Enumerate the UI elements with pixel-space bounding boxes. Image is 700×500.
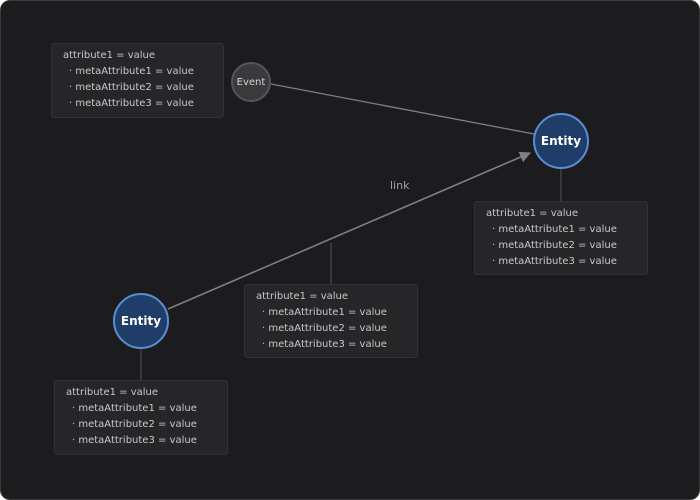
meta-attribute-row: metaAttribute3 = value: [486, 254, 647, 270]
meta-attribute-row: metaAttribute1 = value: [63, 64, 223, 80]
meta-attribute-row: metaAttribute3 = value: [66, 433, 227, 449]
entity-node-bottom[interactable]: Entity: [113, 293, 169, 349]
event-attributes-card: attribute1 = value metaAttribute1 = valu…: [51, 43, 224, 118]
attribute-row: attribute1 = value: [63, 50, 156, 61]
meta-attribute-row: metaAttribute3 = value: [256, 337, 417, 353]
event-node-label: Event: [236, 76, 266, 88]
meta-attribute-row: metaAttribute3 = value: [63, 96, 223, 112]
attribute-row: attribute1 = value: [66, 387, 159, 398]
link-attributes-card: attribute1 = value metaAttribute1 = valu…: [244, 284, 418, 358]
edge-event-entity[interactable]: [270, 83, 535, 135]
entity-node-top[interactable]: Entity: [533, 113, 589, 169]
graph-canvas[interactable]: attribute1 = value metaAttribute1 = valu…: [0, 0, 700, 500]
meta-attribute-row: metaAttribute1 = value: [486, 222, 647, 238]
attribute-row: attribute1 = value: [256, 291, 349, 302]
entity-bottom-attributes-card: attribute1 = value metaAttribute1 = valu…: [54, 380, 228, 455]
entity-node-label: Entity: [540, 134, 582, 148]
meta-attribute-row: metaAttribute2 = value: [486, 238, 647, 254]
attribute-row: attribute1 = value: [486, 208, 579, 219]
link-label: link: [390, 179, 410, 192]
meta-attribute-row: metaAttribute1 = value: [256, 305, 417, 321]
meta-attribute-row: metaAttribute2 = value: [63, 80, 223, 96]
entity-top-attributes-card: attribute1 = value metaAttribute1 = valu…: [474, 201, 648, 275]
meta-attribute-row: metaAttribute2 = value: [66, 417, 227, 433]
meta-attribute-row: metaAttribute2 = value: [256, 321, 417, 337]
meta-attribute-row: metaAttribute1 = value: [66, 401, 227, 417]
entity-node-label: Entity: [120, 314, 162, 328]
event-node[interactable]: Event: [231, 62, 271, 102]
